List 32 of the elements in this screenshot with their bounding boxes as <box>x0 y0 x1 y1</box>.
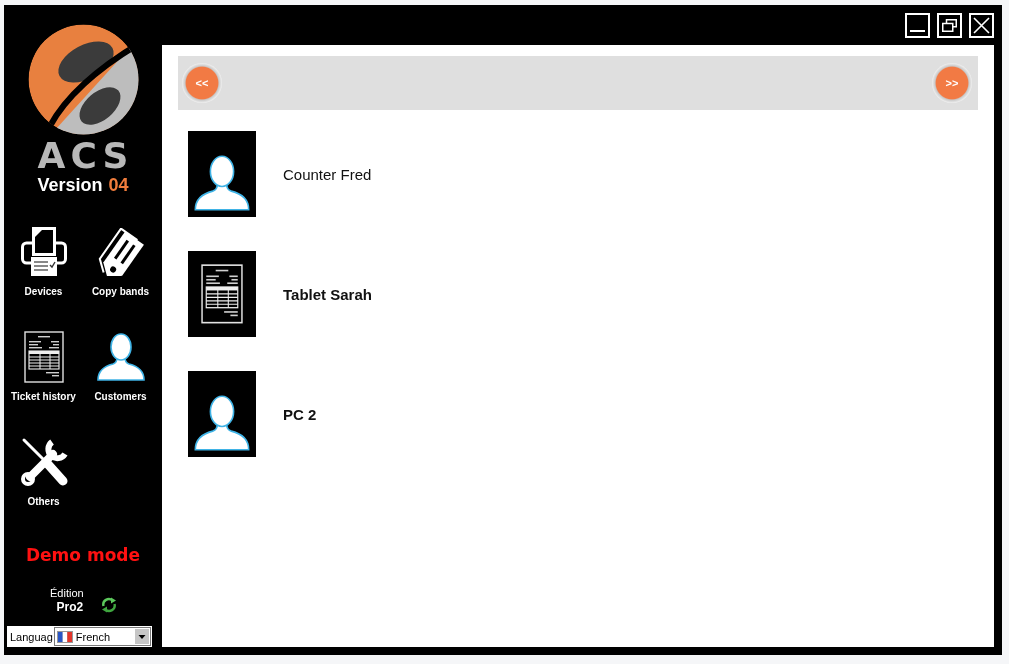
edition-label: Édition <box>50 586 84 600</box>
language-dropdown[interactable]: French <box>53 627 151 646</box>
version-label: Version <box>37 175 103 196</box>
person-icon <box>95 331 146 382</box>
refresh-icon[interactable] <box>100 597 117 613</box>
version-number: 04 <box>108 175 129 196</box>
document-icon <box>23 330 64 383</box>
close-button[interactable] <box>969 13 994 38</box>
nav-item[interactable]: Ticket history <box>5 331 82 403</box>
entry-name: Counter Fred <box>283 165 372 183</box>
tag-icon <box>96 227 145 276</box>
demo-mode-notice: Demo mode <box>25 544 140 566</box>
edition-value: Pro2 <box>55 600 84 614</box>
close-icon <box>973 17 990 34</box>
nav-item[interactable]: Others <box>5 436 82 508</box>
minimize-button[interactable] <box>905 13 930 38</box>
document-icon <box>188 251 256 337</box>
logo-text: ACS <box>36 140 134 172</box>
nav-item[interactable]: Devices <box>5 226 82 298</box>
person-icon <box>188 371 256 457</box>
language-label: Languag <box>10 630 53 643</box>
restore-button[interactable] <box>937 13 962 38</box>
entry-name: Tablet Sarah <box>283 285 372 303</box>
entry-name: PC 2 <box>283 405 317 423</box>
tools-icon <box>18 436 69 487</box>
minimize-icon <box>910 30 925 32</box>
nav-item[interactable]: Customers <box>82 331 159 403</box>
restore-icon <box>942 19 957 32</box>
nav-item[interactable]: Copy bands <box>82 226 159 298</box>
person-icon <box>188 131 256 217</box>
flag-icon <box>56 630 73 643</box>
printer-icon <box>20 226 67 277</box>
